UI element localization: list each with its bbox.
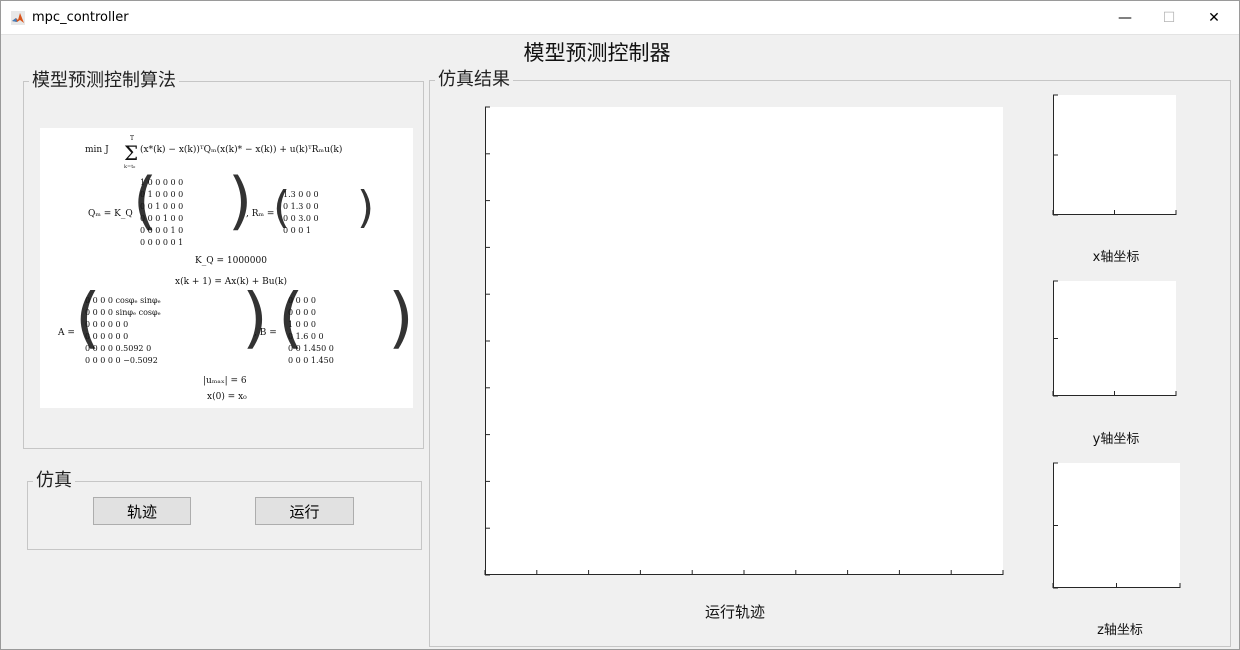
trajectory-axes-caption: 运行轨迹 (704, 603, 765, 621)
svg-text:0 0 0 0 0 −0.509: 0 0 0 0 0 −0.5092 (85, 356, 158, 365)
x-axes-frame (1052, 94, 1177, 216)
title-bar: mpc_controller — ☐ ✕ (1, 1, 1239, 35)
mpc-formula-image: min J Σ T k=t₀ (x*(k) − x(k))ᵀQₘ(x(k)* −… (40, 128, 413, 408)
simulation-panel-label: 仿真 (33, 470, 75, 492)
svg-text:): ) (388, 279, 413, 356)
svg-text:0 0 0 0 0.5092 0: 0 0 0 0 0.5092 0 (85, 344, 151, 353)
x-axes[interactable] (1052, 94, 1177, 216)
svg-text:K_Q = 1000000: K_Q = 1000000 (195, 256, 267, 266)
svg-text:0 0 0 0: 0 0 0 0 (288, 296, 316, 305)
z-axes-caption: z轴坐标 (1097, 623, 1143, 638)
svg-text:, Rₘ =: , Rₘ = (246, 209, 274, 219)
algorithm-panel-label: 模型预测控制算法 (29, 70, 179, 92)
svg-text:0 0 0 0 0 1: 0 0 0 0 0 1 (140, 238, 183, 247)
svg-text:0 0 0 0 1 0: 0 0 0 0 1 0 (140, 226, 183, 235)
maximize-button[interactable]: ☐ (1146, 1, 1192, 34)
trajectory-axes[interactable] (484, 106, 1004, 576)
simulation-panel: 仿真 轨迹 运行 (27, 470, 422, 550)
y-axes[interactable] (1052, 280, 1177, 397)
close-button[interactable]: ✕ (1191, 1, 1237, 34)
svg-text:1 0 0 0 0 0: 1 0 0 0 0 0 (140, 178, 183, 187)
svg-text:1 0 0 0: 1 0 0 0 (288, 320, 316, 329)
svg-text:|uₘₐₓ| = 6: |uₘₐₓ| = 6 (203, 376, 247, 386)
svg-text:): ) (357, 182, 374, 233)
window-title: mpc_controller (32, 10, 129, 25)
y-axes-frame (1052, 280, 1177, 397)
svg-text:0 0 0 0: 0 0 0 0 (288, 308, 316, 317)
svg-text:, B =: , B = (254, 328, 277, 338)
svg-text:): ) (242, 279, 268, 356)
results-panel-label: 仿真结果 (435, 69, 513, 91)
svg-text:min J: min J (85, 145, 109, 155)
svg-text:x(0) = x₀: x(0) = x₀ (207, 391, 247, 402)
svg-text:(x*(k) − x(k))ᵀQₘ(x(k)* − x(k): (x*(k) − x(k))ᵀQₘ(x(k)* − x(k)) + u(k)ᵀR… (140, 144, 342, 155)
svg-text:0 0 0 1 0 0: 0 0 0 1 0 0 (140, 214, 183, 223)
minimize-button[interactable]: — (1102, 1, 1148, 34)
svg-text:0 0 1.450 0: 0 0 1.450 0 (288, 344, 334, 353)
svg-text:0 0 0 1: 0 0 0 1 (283, 226, 311, 235)
svg-text:Qₘ = K_Q: Qₘ = K_Q (88, 209, 133, 219)
y-axes-caption: y轴坐标 (1092, 432, 1140, 447)
svg-text:0 0 3.0 0: 0 0 3.0 0 (283, 214, 319, 223)
trajectory-axes-frame (484, 106, 1004, 576)
svg-text:0 1 0 0 0 0: 0 1 0 0 0 0 (140, 190, 183, 199)
svg-text:0 0 0 1.450: 0 0 0 1.450 (288, 356, 334, 365)
svg-text:0 0 0 0 cosφₑ sinφ: 0 0 0 0 cosφₑ sinφₑ (85, 296, 161, 305)
svg-text:x(k + 1) = Ax(k) + Bu(k): x(k + 1) = Ax(k) + Bu(k) (175, 276, 287, 287)
svg-text:T: T (130, 135, 134, 142)
svg-text:0 0 1 0 0 0: 0 0 1 0 0 0 (140, 202, 183, 211)
svg-text:Σ: Σ (124, 141, 138, 165)
formula-graphic: min J Σ T k=t₀ (x*(k) − x(k))ᵀQₘ(x(k)* −… (57, 135, 413, 402)
svg-text:0 0 0 0 0 0: 0 0 0 0 0 0 (85, 320, 128, 329)
matlab-icon (11, 11, 25, 25)
svg-text:0 1.6 0 0: 0 1.6 0 0 (288, 332, 324, 341)
svg-text:0 1.3 0 0: 0 1.3 0 0 (283, 202, 319, 211)
x-axes-caption: x轴坐标 (1092, 250, 1140, 265)
run-button[interactable]: 运行 (255, 497, 354, 525)
svg-text:): ) (228, 164, 252, 237)
svg-text:0 0 0 0 0 0: 0 0 0 0 0 0 (85, 332, 128, 341)
page-title: 模型预测控制器 (523, 41, 671, 65)
svg-text:1.3 0 0 0: 1.3 0 0 0 (283, 190, 319, 199)
z-axes[interactable] (1052, 462, 1181, 589)
svg-text:0 0 0 0 sinφₑ cosφ: 0 0 0 0 sinφₑ cosφₑ (85, 308, 161, 317)
z-axes-frame (1052, 462, 1181, 589)
algorithm-panel: 模型预测控制算法 min J Σ T k=t₀ (x*(k) − x(k))ᵀQ… (23, 70, 424, 449)
app-window: mpc_controller — ☐ ✕ 模型预测控制器 模型预测控制算法 mi… (0, 0, 1240, 650)
trajectory-button[interactable]: 轨迹 (93, 497, 191, 525)
svg-text:A =: A = (57, 328, 75, 338)
results-panel: 仿真结果 运行轨迹 x轴坐标 y轴坐标 z轴坐标 (429, 69, 1231, 647)
